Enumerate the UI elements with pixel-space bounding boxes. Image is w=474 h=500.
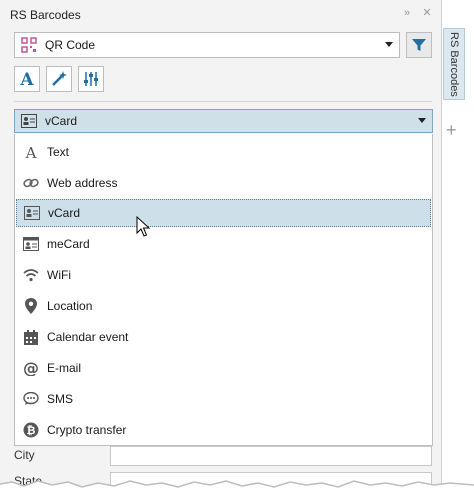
- barcode-type-select[interactable]: QR Code: [14, 32, 400, 58]
- at-icon: @: [23, 360, 39, 376]
- option-text[interactable]: A Text: [16, 138, 431, 166]
- text-style-button[interactable]: A: [14, 66, 40, 92]
- option-label: Location: [47, 299, 93, 313]
- add-icon[interactable]: +: [446, 120, 457, 141]
- content-type-dropdown: A Text Web address vCard meCard WiFi Loc…: [14, 134, 433, 446]
- option-label: SMS: [47, 392, 74, 406]
- option-label: E-mail: [47, 361, 82, 375]
- option-label: meCard: [47, 237, 90, 251]
- bitcoin-icon: ₿: [23, 422, 39, 438]
- svg-text:₿: ₿: [27, 424, 36, 437]
- option-calendar-event[interactable]: Calendar event: [16, 323, 431, 351]
- barcodes-panel: RS Barcodes » ✕ QR Code A vCard City Sta…: [0, 0, 442, 500]
- city-label: City: [14, 448, 35, 462]
- content-type-label: vCard: [45, 114, 78, 128]
- location-pin-icon: [23, 298, 39, 314]
- torn-edge: [0, 480, 474, 500]
- barcode-type-label: QR Code: [45, 38, 96, 52]
- option-email[interactable]: @ E-mail: [16, 354, 431, 382]
- option-label: Text: [47, 145, 70, 159]
- collapse-icon[interactable]: »: [401, 6, 413, 20]
- option-label: vCard: [48, 206, 81, 220]
- panel-title: RS Barcodes: [10, 8, 81, 22]
- mecard-icon: [23, 236, 39, 252]
- option-crypto-transfer[interactable]: ₿ Crypto transfer: [16, 416, 431, 444]
- side-tab-label: RS Barcodes: [448, 31, 460, 97]
- contact-card-icon: [21, 114, 37, 128]
- wifi-icon: [23, 267, 39, 283]
- sliders-icon: [84, 72, 98, 86]
- calendar-icon: [23, 329, 39, 345]
- option-label: WiFi: [47, 268, 71, 282]
- content-type-select[interactable]: vCard: [14, 109, 433, 133]
- text-style-icon: A: [19, 70, 34, 88]
- city-field[interactable]: [110, 446, 432, 466]
- option-web-address[interactable]: Web address: [16, 169, 431, 197]
- tool-row: A: [14, 66, 104, 92]
- panel-title-buttons: » ✕: [401, 6, 433, 20]
- link-icon: [23, 175, 39, 191]
- option-location[interactable]: Location: [16, 292, 431, 320]
- option-label: Calendar event: [47, 330, 129, 344]
- svg-text:A: A: [19, 70, 34, 88]
- option-sms[interactable]: SMS: [16, 385, 431, 413]
- option-label: Web address: [47, 176, 118, 190]
- magic-wand-icon: [52, 71, 67, 86]
- side-tab-rs-barcodes[interactable]: RS Barcodes: [443, 28, 465, 100]
- svg-text:@: @: [23, 360, 39, 376]
- filter-button[interactable]: [406, 32, 432, 58]
- option-wifi[interactable]: WiFi: [16, 261, 431, 289]
- chat-bubble-icon: [23, 391, 39, 407]
- svg-text:A: A: [25, 145, 37, 159]
- settings-button[interactable]: [78, 66, 104, 92]
- divider: [14, 101, 432, 102]
- mouse-cursor-icon: [136, 216, 150, 237]
- chevron-down-icon: [385, 42, 393, 47]
- magic-wand-button[interactable]: [46, 66, 72, 92]
- chevron-down-icon: [418, 118, 426, 123]
- text-icon: A: [23, 144, 39, 160]
- qr-code-icon: [21, 37, 37, 53]
- option-mecard[interactable]: meCard: [16, 230, 431, 258]
- close-icon[interactable]: ✕: [421, 6, 433, 20]
- option-vcard[interactable]: vCard: [16, 199, 431, 227]
- option-label: Crypto transfer: [47, 423, 127, 437]
- contact-card-icon: [24, 205, 40, 221]
- filter-icon: [412, 39, 426, 51]
